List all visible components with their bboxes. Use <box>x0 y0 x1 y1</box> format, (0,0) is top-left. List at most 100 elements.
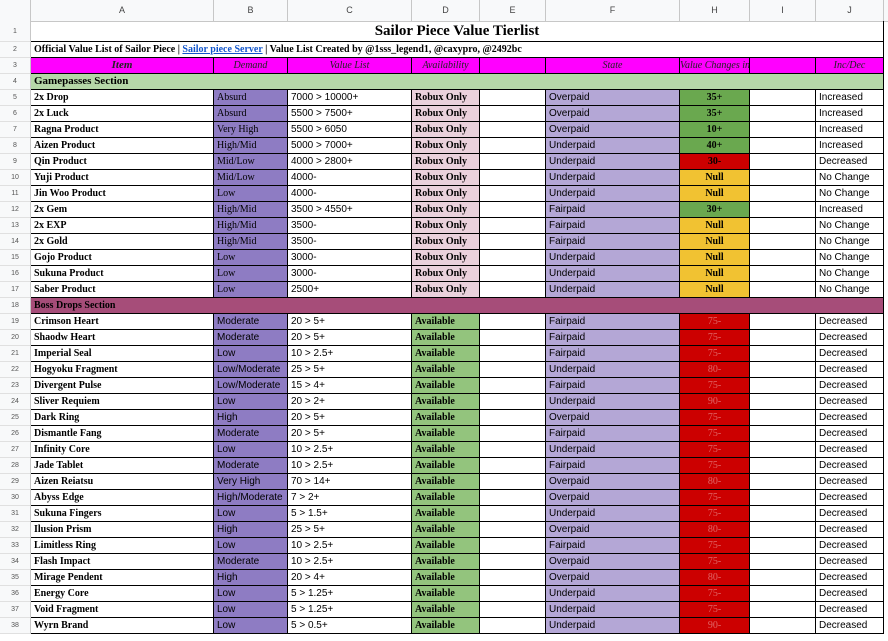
inc-dec-cell[interactable]: No Change <box>816 186 884 202</box>
item-name-cell[interactable]: Sukuna Product <box>31 266 214 282</box>
row-number[interactable]: 29 <box>0 474 31 490</box>
value-list-cell[interactable]: 20 > 5+ <box>288 314 412 330</box>
empty-cell-e[interactable] <box>480 378 546 394</box>
empty-cell-i[interactable] <box>750 202 816 218</box>
item-name-cell[interactable]: Crimson Heart <box>31 314 214 330</box>
inc-dec-cell[interactable]: Increased <box>816 202 884 218</box>
state-cell[interactable]: Fairpaid <box>546 234 680 250</box>
row-number[interactable]: 8 <box>0 138 31 154</box>
value-list-cell[interactable]: 20 > 5+ <box>288 330 412 346</box>
empty-cell-i[interactable] <box>750 218 816 234</box>
item-name-cell[interactable]: Sukuna Fingers <box>31 506 214 522</box>
value-change-cell[interactable]: 75- <box>680 426 750 442</box>
value-change-cell[interactable]: 75- <box>680 554 750 570</box>
demand-cell[interactable]: Low/Moderate <box>214 378 288 394</box>
header-e[interactable] <box>480 58 546 74</box>
state-cell[interactable]: Fairpaid <box>546 426 680 442</box>
state-cell[interactable]: Fairpaid <box>546 346 680 362</box>
empty-cell-i[interactable] <box>750 170 816 186</box>
item-name-cell[interactable]: Shaodw Heart <box>31 330 214 346</box>
value-change-cell[interactable]: 90- <box>680 618 750 634</box>
row-number[interactable]: 5 <box>0 90 31 106</box>
inc-dec-cell[interactable]: Decreased <box>816 394 884 410</box>
item-name-cell[interactable]: Wyrn Brand <box>31 618 214 634</box>
empty-cell-e[interactable] <box>480 218 546 234</box>
empty-cell-e[interactable] <box>480 314 546 330</box>
row-number[interactable]: 20 <box>0 330 31 346</box>
inc-dec-cell[interactable]: No Change <box>816 218 884 234</box>
value-list-cell[interactable]: 70 > 14+ <box>288 474 412 490</box>
row-number[interactable]: 28 <box>0 458 31 474</box>
row-number[interactable]: 6 <box>0 106 31 122</box>
empty-cell-e[interactable] <box>480 234 546 250</box>
empty-cell-i[interactable] <box>750 266 816 282</box>
item-name-cell[interactable]: Ilusion Prism <box>31 522 214 538</box>
value-list-cell[interactable]: 10 > 2.5+ <box>288 554 412 570</box>
empty-cell-i[interactable] <box>750 538 816 554</box>
availability-cell[interactable]: Robux Only <box>412 202 480 218</box>
row-number[interactable]: 19 <box>0 314 31 330</box>
inc-dec-cell[interactable]: Decreased <box>816 490 884 506</box>
value-list-cell[interactable]: 20 > 5+ <box>288 410 412 426</box>
availability-cell[interactable]: Available <box>412 570 480 586</box>
value-list-cell[interactable]: 2500+ <box>288 282 412 298</box>
availability-cell[interactable]: Available <box>412 618 480 634</box>
value-change-cell[interactable]: Null <box>680 282 750 298</box>
item-name-cell[interactable]: Saber Product <box>31 282 214 298</box>
empty-cell-e[interactable] <box>480 554 546 570</box>
row-number[interactable]: 35 <box>0 570 31 586</box>
row-number[interactable]: 21 <box>0 346 31 362</box>
row-number[interactable]: 36 <box>0 586 31 602</box>
row-number[interactable]: 11 <box>0 186 31 202</box>
empty-cell-e[interactable] <box>480 250 546 266</box>
demand-cell[interactable]: Low <box>214 266 288 282</box>
inc-dec-cell[interactable]: Decreased <box>816 586 884 602</box>
availability-cell[interactable]: Available <box>412 314 480 330</box>
boss-drops-section-header[interactable]: Boss Drops Section <box>31 298 884 314</box>
empty-cell-e[interactable] <box>480 506 546 522</box>
inc-dec-cell[interactable]: Decreased <box>816 426 884 442</box>
item-name-cell[interactable]: 2x EXP <box>31 218 214 234</box>
state-cell[interactable]: Underpaid <box>546 506 680 522</box>
state-cell[interactable]: Overpaid <box>546 570 680 586</box>
value-change-cell[interactable]: 30+ <box>680 202 750 218</box>
availability-cell[interactable]: Robux Only <box>412 282 480 298</box>
state-cell[interactable]: Underpaid <box>546 138 680 154</box>
value-list-cell[interactable]: 3500- <box>288 218 412 234</box>
inc-dec-cell[interactable]: Increased <box>816 138 884 154</box>
demand-cell[interactable]: Moderate <box>214 330 288 346</box>
value-change-cell[interactable]: 75- <box>680 410 750 426</box>
inc-dec-cell[interactable]: Decreased <box>816 602 884 618</box>
empty-cell-i[interactable] <box>750 122 816 138</box>
row-number[interactable]: 17 <box>0 282 31 298</box>
empty-cell-e[interactable] <box>480 394 546 410</box>
row-number[interactable]: 1 <box>0 21 31 42</box>
value-list-cell[interactable]: 20 > 2+ <box>288 394 412 410</box>
empty-cell-e[interactable] <box>480 426 546 442</box>
availability-cell[interactable]: Available <box>412 474 480 490</box>
demand-cell[interactable]: Very High <box>214 474 288 490</box>
item-name-cell[interactable]: Limitless Ring <box>31 538 214 554</box>
header-i[interactable] <box>750 58 816 74</box>
empty-cell-i[interactable] <box>750 602 816 618</box>
empty-cell-i[interactable] <box>750 250 816 266</box>
server-link[interactable]: Sailor piece Server <box>182 44 262 55</box>
inc-dec-cell[interactable]: Decreased <box>816 442 884 458</box>
empty-cell-i[interactable] <box>750 522 816 538</box>
value-list-cell[interactable]: 20 > 4+ <box>288 570 412 586</box>
value-list-cell[interactable]: 20 > 5+ <box>288 426 412 442</box>
column-header-e[interactable]: E <box>480 0 546 21</box>
empty-cell-e[interactable] <box>480 266 546 282</box>
demand-cell[interactable]: Low <box>214 346 288 362</box>
demand-cell[interactable]: High/Mid <box>214 234 288 250</box>
value-list-cell[interactable]: 5 > 1.5+ <box>288 506 412 522</box>
availability-cell[interactable]: Robux Only <box>412 106 480 122</box>
state-cell[interactable]: Underpaid <box>546 394 680 410</box>
item-name-cell[interactable]: Aizen Reiatsu <box>31 474 214 490</box>
empty-cell-i[interactable] <box>750 90 816 106</box>
demand-cell[interactable]: High/Mid <box>214 202 288 218</box>
inc-dec-cell[interactable]: Increased <box>816 122 884 138</box>
value-change-cell[interactable]: 75- <box>680 330 750 346</box>
availability-cell[interactable]: Robux Only <box>412 170 480 186</box>
availability-cell[interactable]: Robux Only <box>412 234 480 250</box>
